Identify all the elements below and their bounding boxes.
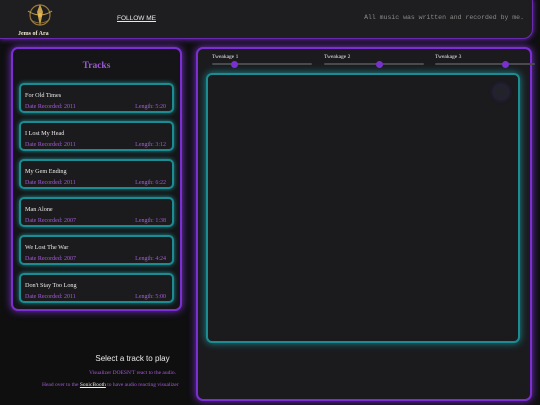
track-item[interactable]: Don't Stay Too Long Date Recorded: 2011 … [19, 273, 174, 303]
track-name: Man Alone [25, 206, 53, 213]
note-prefix: Head over to the [42, 382, 80, 388]
tweak-slider[interactable] [435, 60, 535, 68]
tweak-control-3: Tweakage 3 [435, 54, 535, 68]
track-name: My Gem Ending [25, 168, 67, 175]
slider-thumb[interactable] [501, 60, 509, 68]
track-length: Length: 1:38 [135, 218, 166, 224]
note-suffix: to have audio reacting visualizer [105, 382, 179, 388]
tweak-slider[interactable] [212, 60, 312, 68]
track-name: For Old Times [25, 92, 62, 99]
track-name: I Lost My Head [25, 130, 65, 137]
tweak-slider[interactable] [324, 60, 424, 68]
tweak-label: Tweakage 2 [324, 54, 351, 60]
visualizer-orb [494, 85, 508, 99]
tweak-label: Tweakage 3 [435, 54, 462, 60]
track-name: Don't Stay Too Long [25, 282, 77, 289]
track-length: Length: 4:24 [135, 256, 166, 262]
slider-thumb[interactable] [230, 60, 238, 68]
track-item[interactable]: We Lost The War Date Recorded: 2007 Leng… [19, 235, 174, 265]
track-item[interactable]: My Gem Ending Date Recorded: 2011 Length… [19, 159, 174, 189]
track-date: Date Recorded: 2011 [25, 142, 76, 148]
logo-name: Jems of Ara [18, 31, 49, 37]
track-date: Date Recorded: 2011 [25, 180, 76, 186]
track-length: Length: 6:22 [135, 180, 166, 186]
track-length: Length: 5:20 [135, 104, 166, 110]
sonicbooth-note: Head over to the SonicBooth to have audi… [42, 382, 179, 388]
track-item[interactable]: Man Alone Date Recorded: 2007 Length: 1:… [19, 197, 174, 227]
track-date: Date Recorded: 2011 [25, 294, 76, 300]
track-date: Date Recorded: 2007 [25, 256, 76, 262]
sonicbooth-link[interactable]: SonicBooth [80, 382, 106, 388]
header-bar: Jems of Ara FOLLOW ME All music was writ… [0, 0, 533, 39]
tweak-label: Tweakage 1 [212, 54, 239, 60]
slider-thumb[interactable] [375, 60, 383, 68]
visualizer-panel: Tweakage 1 Tweakage 2 Tweakage 3 [196, 47, 535, 401]
follow-me-link[interactable]: FOLLOW ME [117, 15, 156, 22]
visualizer-canvas[interactable] [206, 73, 520, 343]
tracks-title: Tracks [82, 61, 111, 71]
track-name: We Lost The War [25, 244, 69, 251]
tweak-control-2: Tweakage 2 [324, 54, 424, 68]
track-date: Date Recorded: 2011 [25, 104, 76, 110]
track-length: Length: 5:00 [135, 294, 166, 300]
tracks-panel: Tracks For Old Times Date Recorded: 2011… [11, 47, 182, 311]
tweak-control-1: Tweakage 1 [212, 54, 312, 68]
track-list: For Old Times Date Recorded: 2011 Length… [19, 83, 174, 311]
track-item[interactable]: I Lost My Head Date Recorded: 2011 Lengt… [19, 121, 174, 151]
track-item[interactable]: For Old Times Date Recorded: 2011 Length… [19, 83, 174, 113]
track-length: Length: 3:12 [135, 142, 166, 148]
track-date: Date Recorded: 2007 [25, 218, 76, 224]
tagline: All music was written and recorded by me… [364, 14, 524, 21]
